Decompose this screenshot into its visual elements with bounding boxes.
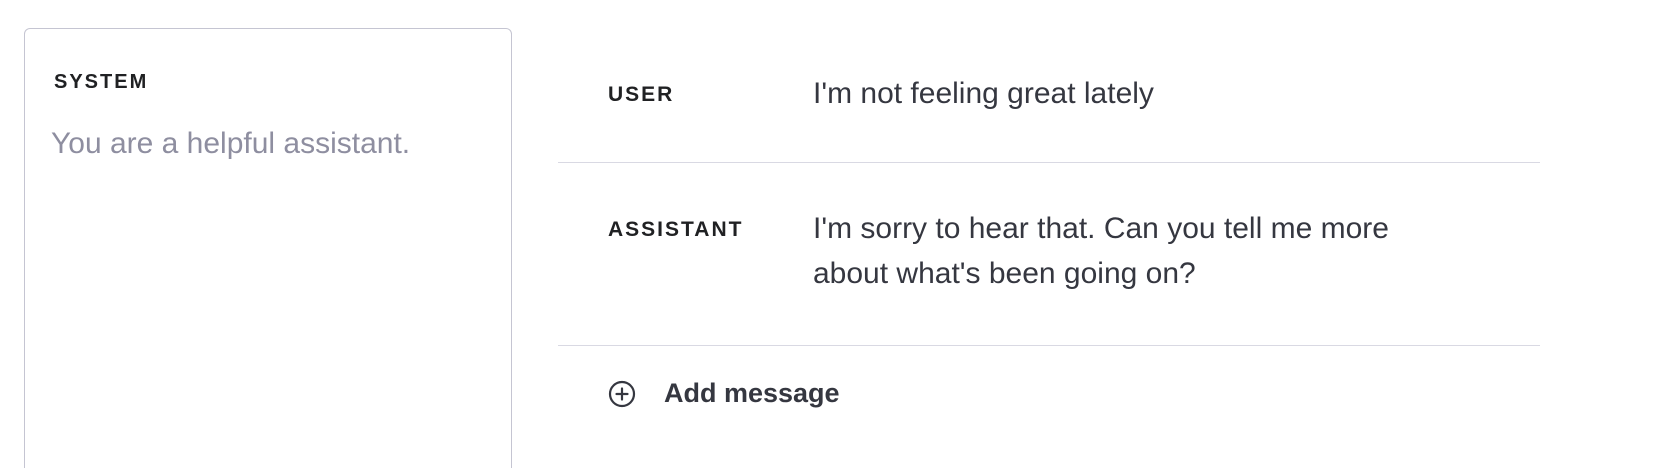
message-row-user[interactable]: USER I'm not feeling great lately [558,28,1540,163]
plus-circle-icon [608,380,636,408]
system-label: SYSTEM [54,71,149,93]
add-message-button[interactable]: Add message [608,378,840,409]
system-panel[interactable]: SYSTEM You are a helpful assistant. [24,28,512,468]
add-message-row: Add message [558,346,1540,446]
message-row-assistant[interactable]: ASSISTANT I'm sorry to hear that. Can yo… [558,163,1540,346]
message-list: USER I'm not feeling great lately ASSIST… [558,28,1540,446]
add-message-label: Add message [664,378,840,408]
message-content-assistant[interactable]: I'm sorry to hear that. Can you tell me … [813,206,1453,296]
message-content-user[interactable]: I'm not feeling great lately [813,71,1453,116]
role-label-user[interactable]: USER [608,83,674,107]
system-input[interactable]: You are a helpful assistant. [51,125,491,163]
playground-chat: SYSTEM You are a helpful assistant. USER… [0,0,1668,468]
role-label-assistant[interactable]: ASSISTANT [608,218,743,242]
